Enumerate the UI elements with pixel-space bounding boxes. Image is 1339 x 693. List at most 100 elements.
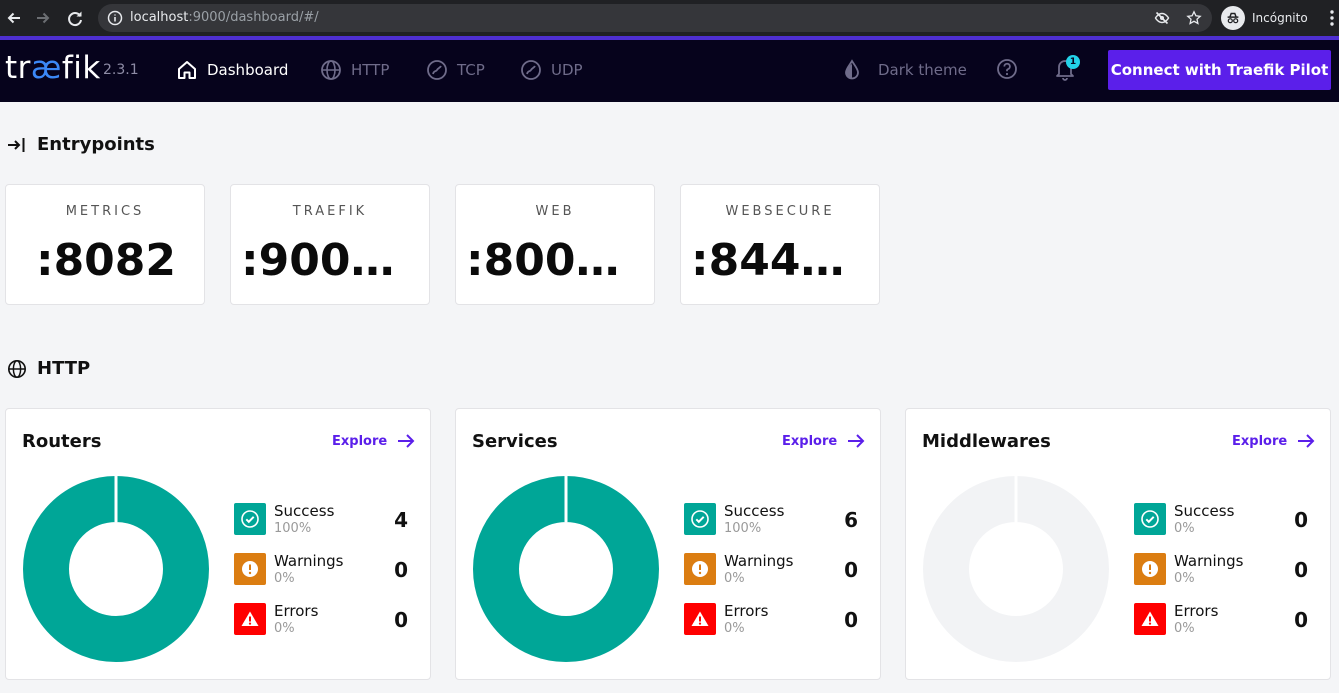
http-card-services: Services Explore Success 100% 6 Warnings… bbox=[455, 408, 881, 680]
globe-icon bbox=[321, 60, 341, 80]
stat-label: Errors bbox=[274, 602, 319, 620]
stat-label: Success bbox=[1174, 502, 1235, 520]
stat-errors: Errors 0% 0 bbox=[234, 602, 414, 636]
stat-percent: 0% bbox=[724, 571, 745, 586]
success-check-icon bbox=[684, 503, 716, 535]
stat-count: 0 bbox=[394, 558, 408, 582]
stat-label: Success bbox=[274, 502, 335, 520]
explore-middlewares-link[interactable]: Explore bbox=[1232, 432, 1316, 450]
stat-count: 0 bbox=[394, 608, 408, 632]
info-icon[interactable] bbox=[107, 10, 123, 26]
entrypoint-port: :9000/tcp bbox=[241, 235, 421, 286]
back-arrow-icon[interactable] bbox=[4, 8, 24, 28]
star-icon[interactable] bbox=[1186, 10, 1202, 26]
entrypoint-arrow-icon bbox=[8, 137, 25, 152]
card-title: Middlewares bbox=[922, 431, 1051, 452]
url-path: :9000/dashboard/#/ bbox=[188, 10, 319, 25]
stat-count: 0 bbox=[844, 558, 858, 582]
arrow-right-icon bbox=[398, 434, 415, 448]
forward-arrow-icon[interactable] bbox=[33, 8, 53, 28]
url-text: localhost:9000/dashboard/#/ bbox=[130, 10, 319, 25]
explore-services-link[interactable]: Explore bbox=[782, 432, 866, 450]
card-title: Services bbox=[472, 431, 558, 452]
stat-errors: Errors 0% 0 bbox=[684, 602, 864, 636]
eye-slash-icon[interactable] bbox=[1154, 10, 1170, 26]
explore-label: Explore bbox=[332, 433, 388, 449]
logo-text-end: fik bbox=[61, 50, 101, 86]
nav-http[interactable]: HTTP bbox=[320, 57, 389, 83]
nav-tcp-label: TCP bbox=[457, 61, 485, 79]
stat-percent: 0% bbox=[1174, 521, 1195, 536]
entrypoint-name: TRAEFIK bbox=[292, 204, 368, 219]
stat-percent: 0% bbox=[1174, 621, 1195, 636]
card-title: Routers bbox=[22, 431, 102, 452]
entrypoint-name: WEBSECURE bbox=[725, 204, 835, 219]
logo-text-ae: æ bbox=[30, 50, 62, 86]
dark-theme-label: Dark theme bbox=[878, 61, 967, 79]
traefik-logo[interactable]: træfik bbox=[5, 50, 101, 86]
udp-icon bbox=[521, 60, 541, 80]
stat-errors: Errors 0% 0 bbox=[1134, 602, 1314, 636]
entrypoint-port: :8082 bbox=[35, 235, 177, 286]
success-check-icon bbox=[1134, 503, 1166, 535]
stat-count: 0 bbox=[844, 608, 858, 632]
help-icon[interactable] bbox=[996, 58, 1018, 80]
stat-count: 0 bbox=[1294, 608, 1308, 632]
stat-percent: 0% bbox=[724, 621, 745, 636]
http-card-middlewares: Middlewares Explore Success 0% 0 Warning… bbox=[905, 408, 1331, 680]
stat-count: 0 bbox=[1294, 558, 1308, 582]
stat-label: Success bbox=[724, 502, 785, 520]
nav-dashboard-label: Dashboard bbox=[207, 61, 289, 79]
dark-theme-toggle[interactable]: Dark theme bbox=[841, 57, 967, 83]
entrypoints-heading: Entrypoints bbox=[7, 134, 155, 155]
address-bar[interactable]: localhost:9000/dashboard/#/ bbox=[98, 4, 1212, 32]
connect-traefik-pilot-button[interactable]: Connect with Traefik Pilot bbox=[1108, 50, 1331, 90]
entrypoint-card-traefik: TRAEFIK :9000/tcp bbox=[230, 184, 430, 305]
nav-udp[interactable]: UDP bbox=[520, 57, 583, 83]
stat-warnings: Warnings 0% 0 bbox=[234, 552, 414, 586]
warning-exclamation-icon bbox=[1134, 553, 1166, 585]
explore-routers-link[interactable]: Explore bbox=[332, 432, 416, 450]
entrypoint-card-web: WEB :8000/tcp bbox=[455, 184, 655, 305]
stat-label: Warnings bbox=[724, 552, 794, 570]
logo-text-start: tr bbox=[5, 50, 31, 86]
droplet-icon bbox=[845, 59, 859, 80]
entrypoint-port: :8000/tcp bbox=[466, 235, 646, 286]
http-card-routers: Routers Explore Success 100% 4 Warnings … bbox=[5, 408, 431, 680]
home-icon bbox=[178, 61, 196, 79]
incognito-icon bbox=[1221, 6, 1245, 30]
nav-http-label: HTTP bbox=[351, 61, 390, 79]
stat-count: 6 bbox=[844, 508, 858, 532]
stat-success: Success 100% 6 bbox=[684, 502, 864, 536]
browser-chrome: localhost:9000/dashboard/#/ Incógnito bbox=[0, 0, 1339, 36]
incognito-label: Incógnito bbox=[1252, 11, 1308, 25]
reload-icon[interactable] bbox=[65, 8, 85, 28]
url-host: localhost bbox=[130, 10, 189, 25]
explore-label: Explore bbox=[1232, 433, 1288, 449]
success-check-icon bbox=[234, 503, 266, 535]
explore-label: Explore bbox=[782, 433, 838, 449]
stat-percent: 100% bbox=[724, 521, 762, 536]
stat-count: 4 bbox=[394, 508, 408, 532]
app-header: træfik 2.3.1 Dashboard HTTP TCP UDP Dark… bbox=[0, 36, 1339, 102]
warning-exclamation-icon bbox=[684, 553, 716, 585]
stat-label: Errors bbox=[724, 602, 769, 620]
stat-count: 0 bbox=[1294, 508, 1308, 532]
stat-percent: 0% bbox=[274, 621, 295, 636]
warning-exclamation-icon bbox=[234, 553, 266, 585]
entrypoint-card-websecure: WEBSECURE :8443/tcp bbox=[680, 184, 880, 305]
services-donut-chart bbox=[473, 476, 659, 662]
kebab-menu-icon[interactable] bbox=[1328, 8, 1336, 28]
nav-dashboard[interactable]: Dashboard bbox=[176, 57, 288, 83]
stat-success: Success 0% 0 bbox=[1134, 502, 1314, 536]
arrow-right-icon bbox=[848, 434, 865, 448]
stat-percent: 0% bbox=[1174, 571, 1195, 586]
stat-success: Success 100% 4 bbox=[234, 502, 414, 536]
entrypoints-heading-label: Entrypoints bbox=[37, 134, 155, 155]
error-triangle-icon bbox=[234, 603, 266, 635]
nav-tcp[interactable]: TCP bbox=[426, 57, 485, 83]
tcp-icon bbox=[427, 60, 447, 80]
stat-warnings: Warnings 0% 0 bbox=[684, 552, 864, 586]
incognito-indicator[interactable]: Incógnito bbox=[1221, 4, 1308, 32]
stat-label: Warnings bbox=[274, 552, 344, 570]
